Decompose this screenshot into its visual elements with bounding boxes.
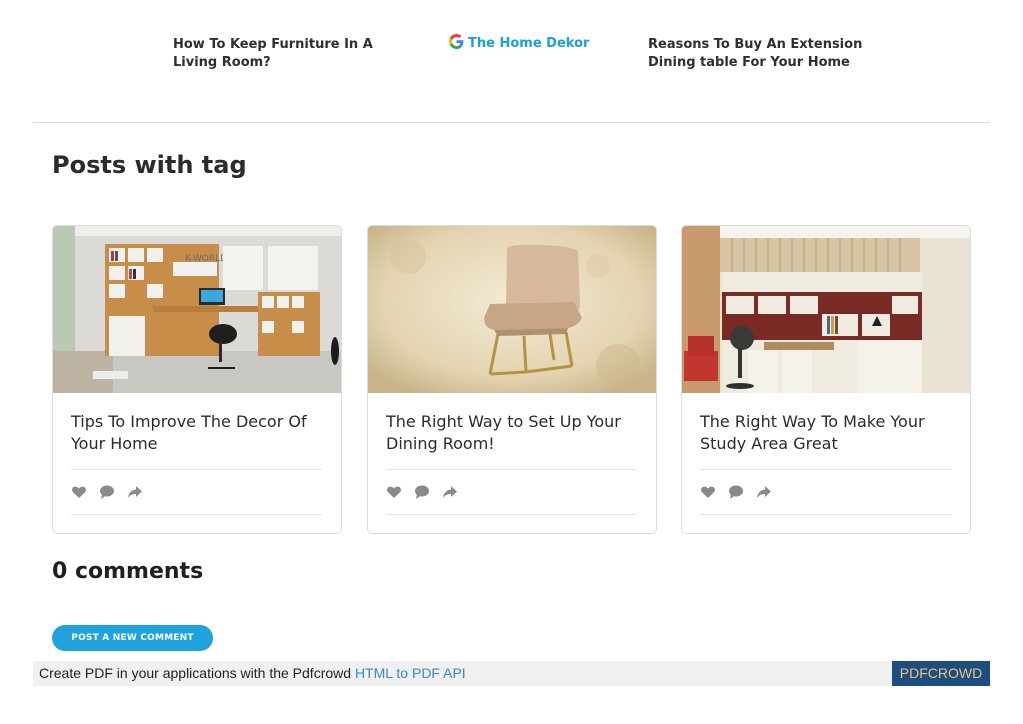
post-card[interactable]: The Right Way To Make Your Study Area Gr… xyxy=(681,225,971,534)
home-office-shelving-photo[interactable]: K-WORLD xyxy=(53,226,341,393)
section-title: Posts with tag xyxy=(52,151,247,179)
pdfcrowd-badge[interactable]: PDFCROWD xyxy=(892,661,990,686)
pdfcrowd-promo-label: Create PDF in your applications with the… xyxy=(39,665,355,681)
card-title[interactable]: The Right Way to Set Up Your Dining Room… xyxy=(386,411,641,455)
brand-link[interactable]: The Home Dekor xyxy=(449,34,589,53)
card-title[interactable]: The Right Way To Make Your Study Area Gr… xyxy=(700,411,955,455)
post-new-comment-button[interactable]: POST A NEW COMMENT xyxy=(52,625,213,651)
card-divider xyxy=(700,514,951,515)
html-to-pdf-api-link[interactable]: HTML to PDF API xyxy=(355,665,466,681)
svg-text:K-WORLD: K-WORLD xyxy=(185,254,227,264)
comments-count-heading: 0 comments xyxy=(52,559,204,584)
heart-icon[interactable] xyxy=(71,484,87,500)
comment-icon[interactable] xyxy=(99,484,115,500)
heart-icon[interactable] xyxy=(386,484,402,500)
card-divider xyxy=(700,469,951,470)
pdfcrowd-footer-bar: Create PDF in your applications with the… xyxy=(33,661,990,686)
card-divider xyxy=(71,469,322,470)
card-divider xyxy=(386,469,637,470)
pdfcrowd-promo-text: Create PDF in your applications with the… xyxy=(39,665,466,681)
card-divider xyxy=(386,514,637,515)
next-post-link[interactable]: Reasons To Buy An Extension Dining table… xyxy=(648,36,868,72)
share-icon[interactable] xyxy=(127,484,143,500)
study-room-cabinets-photo[interactable] xyxy=(682,226,970,393)
dining-chair-photo[interactable] xyxy=(368,226,656,393)
card-actions xyxy=(386,484,458,500)
comment-icon[interactable] xyxy=(728,484,744,500)
share-icon[interactable] xyxy=(756,484,772,500)
divider xyxy=(33,122,990,123)
card-divider xyxy=(71,514,322,515)
previous-post-link[interactable]: How To Keep Furniture In A Living Room? xyxy=(173,36,373,72)
post-navigation: How To Keep Furniture In A Living Room? … xyxy=(0,0,1023,122)
post-card[interactable]: K-WORLD Tips To Improve The Decor Of You… xyxy=(52,225,342,534)
post-card[interactable]: The Right Way to Set Up Your Dining Room… xyxy=(367,225,657,534)
card-actions xyxy=(71,484,143,500)
comment-icon[interactable] xyxy=(414,484,430,500)
card-actions xyxy=(700,484,772,500)
google-g-icon xyxy=(449,34,464,53)
share-icon[interactable] xyxy=(442,484,458,500)
heart-icon[interactable] xyxy=(700,484,716,500)
card-title[interactable]: Tips To Improve The Decor Of Your Home xyxy=(71,411,326,455)
brand-name: The Home Dekor xyxy=(468,36,590,51)
